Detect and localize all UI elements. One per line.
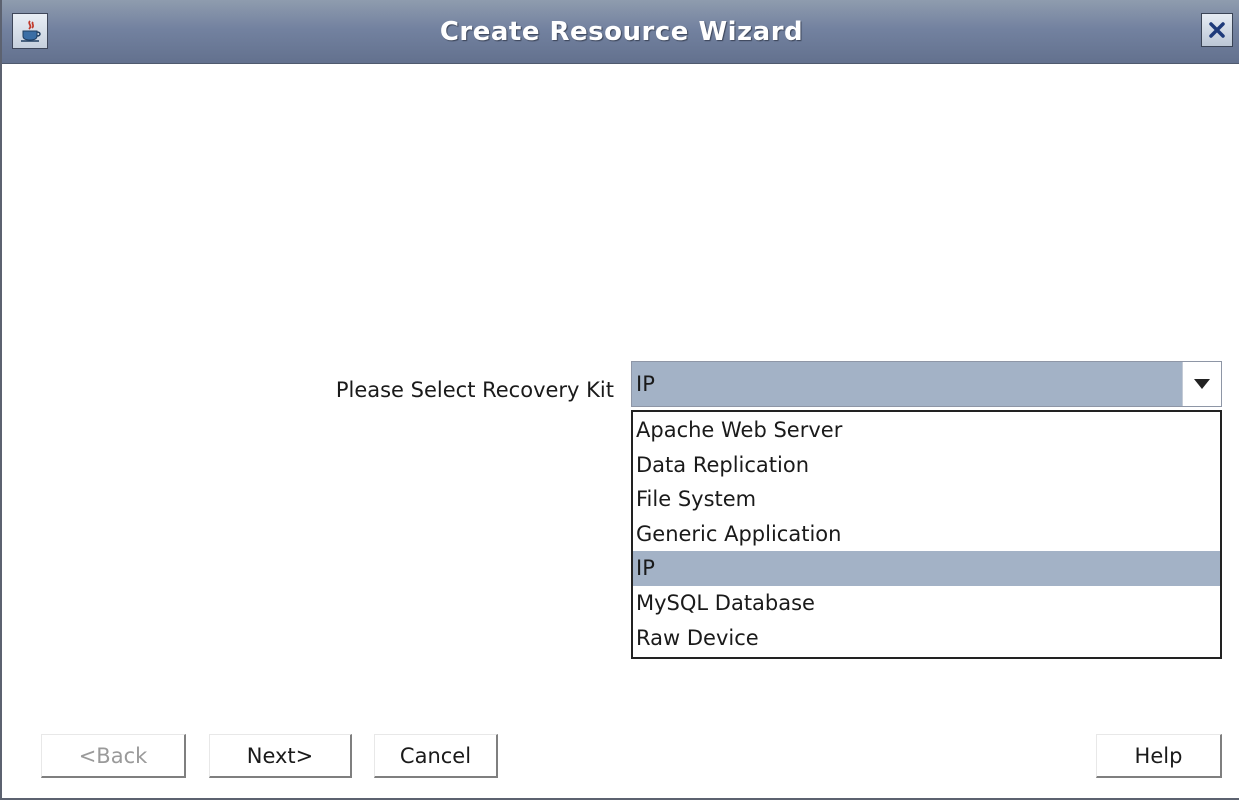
option-ip[interactable]: IP [633, 551, 1220, 586]
recovery-kit-selected-value: IP [636, 372, 655, 396]
wizard-window: Create Resource Wizard Please Select Rec… [0, 0, 1239, 800]
option-mysql-database[interactable]: MySQL Database [633, 586, 1220, 621]
recovery-kit-combobox[interactable]: IP [631, 361, 1222, 407]
window-title: Create Resource Wizard [439, 17, 804, 47]
recovery-kit-options-list[interactable]: Apache Web Server Data Replication File … [631, 410, 1222, 660]
option-data-replication[interactable]: Data Replication [633, 448, 1220, 483]
chevron-down-icon [1194, 379, 1210, 389]
option-raw-device[interactable]: Raw Device [633, 621, 1220, 656]
recovery-kit-label: Please Select Recovery Kit [335, 378, 614, 402]
title-bar[interactable]: Create Resource Wizard [2, 0, 1239, 64]
option-generic-application[interactable]: Generic Application [633, 517, 1220, 552]
wizard-content: Please Select Recovery Kit IP Apache Web… [4, 64, 1239, 798]
back-button[interactable]: <Back [41, 734, 186, 778]
close-icon [1209, 22, 1225, 38]
dropdown-arrow-button[interactable] [1182, 362, 1221, 406]
close-button[interactable] [1201, 13, 1233, 47]
option-file-system[interactable]: File System [633, 482, 1220, 517]
help-button[interactable]: Help [1096, 734, 1222, 778]
next-button[interactable]: Next> [209, 734, 352, 778]
java-cup-icon[interactable] [12, 13, 48, 49]
option-apache-web-server[interactable]: Apache Web Server [633, 413, 1220, 448]
cancel-button[interactable]: Cancel [374, 734, 498, 778]
